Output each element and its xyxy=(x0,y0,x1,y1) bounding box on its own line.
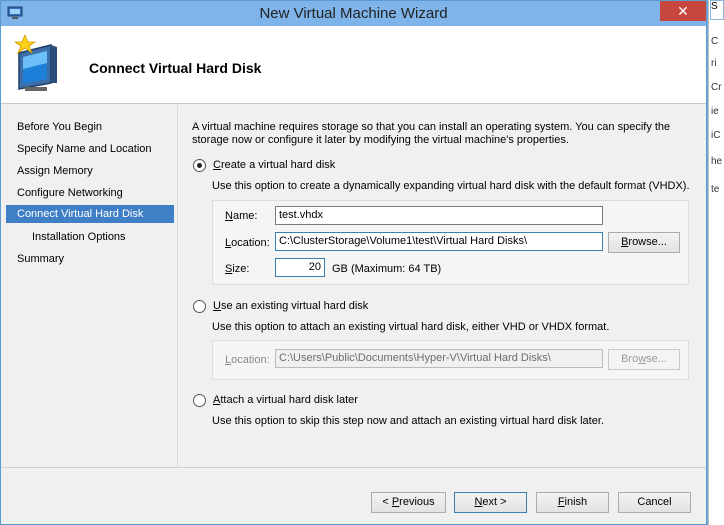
radio-existing-label: Use an existing virtual hard disk xyxy=(213,300,369,312)
background-window-edge: S C ri Cr ie iC he te xyxy=(708,0,724,525)
background-window-text: he xyxy=(711,156,723,167)
size-label: Size: xyxy=(225,263,250,275)
create-option-description: Use this option to create a dynamically … xyxy=(212,180,690,192)
title-bar[interactable]: New Virtual Machine Wizard ✕ xyxy=(1,1,706,26)
radio-use-existing-virtual-hard-disk[interactable]: Use an existing virtual hard disk xyxy=(193,298,368,314)
background-window-text: ri xyxy=(711,58,717,69)
existing-location-label: Location: xyxy=(225,354,270,366)
radio-button-unchecked[interactable] xyxy=(193,299,206,313)
finish-button[interactable]: Finish xyxy=(536,492,609,513)
nav-step-assign-memory[interactable]: Assign Memory xyxy=(6,162,174,180)
name-label: Name: xyxy=(225,210,258,222)
nav-step-summary[interactable]: Summary xyxy=(6,250,174,268)
nav-step-specify-name-location[interactable]: Specify Name and Location xyxy=(6,140,174,158)
nav-step-before-you-begin[interactable]: Before You Begin xyxy=(6,118,174,136)
radio-button-checked[interactable] xyxy=(193,158,206,172)
background-window-text: Cr xyxy=(711,82,722,93)
cancel-button[interactable]: Cancel xyxy=(618,492,691,513)
previous-button[interactable]: < Previous xyxy=(371,492,446,513)
location-label: Location: xyxy=(225,237,270,249)
wizard-window: New Virtual Machine Wizard ✕ Connect Vir… xyxy=(0,0,707,525)
nav-step-installation-options[interactable]: Installation Options xyxy=(6,228,174,246)
wizard-header: Connect Virtual Hard Disk xyxy=(1,26,706,104)
later-option-description: Use this option to skip this step now an… xyxy=(212,415,604,427)
close-button[interactable]: ✕ xyxy=(660,1,706,21)
wizard-step-nav: Before You Begin Specify Name and Locati… xyxy=(1,105,176,467)
radio-later-label: Attach a virtual hard disk later xyxy=(213,394,358,406)
background-window-tab: S xyxy=(710,0,724,20)
window-title: New Virtual Machine Wizard xyxy=(259,5,448,22)
existing-option-description: Use this option to attach an existing vi… xyxy=(212,321,610,333)
background-window-text: te xyxy=(711,184,720,195)
vhd-location-input[interactable]: C:\ClusterStorage\Volume1\test\Virtual H… xyxy=(275,232,603,251)
page-title: Connect Virtual Hard Disk xyxy=(89,60,262,76)
nav-step-configure-networking[interactable]: Configure Networking xyxy=(6,184,174,202)
intro-text: A virtual machine requires storage so th… xyxy=(192,121,671,146)
nav-step-connect-virtual-hard-disk[interactable]: Connect Virtual Hard Disk xyxy=(6,205,174,223)
radio-create-label: Create a virtual hard disk xyxy=(213,159,336,171)
background-window-text: iC xyxy=(711,130,721,141)
browse-location-button[interactable]: Browse... xyxy=(608,232,680,253)
footer-divider xyxy=(1,467,706,468)
radio-create-virtual-hard-disk[interactable]: Create a virtual hard disk xyxy=(193,157,335,173)
next-button[interactable]: Next > xyxy=(454,492,527,513)
vhd-size-input[interactable]: 20 xyxy=(275,258,325,277)
browse-existing-button[interactable]: Browse... xyxy=(608,349,680,370)
radio-attach-disk-later[interactable]: Attach a virtual hard disk later xyxy=(193,392,358,408)
size-maximum-hint: GB (Maximum: 64 TB) xyxy=(332,263,442,275)
background-window-text: ie xyxy=(711,106,719,117)
radio-button-unchecked[interactable] xyxy=(193,393,206,407)
vhd-name-input[interactable]: test.vhdx xyxy=(275,206,603,225)
background-window-text: C xyxy=(711,36,719,47)
new-vm-wizard-icon xyxy=(13,33,57,91)
existing-vhd-location-input[interactable]: C:\Users\Public\Documents\Hyper-V\Virtua… xyxy=(275,349,603,368)
